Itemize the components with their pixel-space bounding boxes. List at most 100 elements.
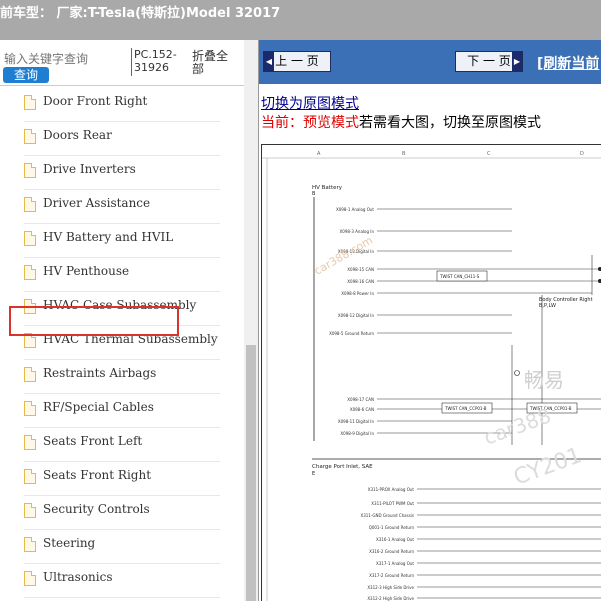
tree-item-rf-special-cables[interactable]: RF/Special Cables — [24, 393, 220, 428]
current-mode-line: 当前：预览模式若需看大图，切换至原图模式 — [261, 112, 541, 132]
pin-label: X098-6 CAN — [350, 407, 374, 412]
tree-item-label: Seats Front Left — [43, 434, 143, 448]
arrow-left-icon: ◀ — [264, 52, 274, 71]
vehicle-model-title: 前车型： 厂家:T-Tesla(特斯拉)Model 32017 — [0, 6, 281, 21]
refresh-current-link[interactable]: [刷新当前 — [537, 53, 599, 73]
tree-item-driver-assistance[interactable]: Driver Assistance — [24, 189, 220, 224]
pc-code-label: PC.152-31926 — [131, 48, 184, 76]
pin-label: X317-2 Ground Return — [369, 573, 414, 578]
tree-item-label: HV Penthouse — [43, 264, 130, 278]
document-icon — [24, 435, 36, 450]
next-page-button[interactable]: 下 一 页 ▶ — [455, 51, 523, 72]
document-icon — [24, 367, 36, 382]
pin-label: X316-2 Ground Return — [369, 549, 414, 554]
tree-item-door-front-right[interactable]: Door Front Right — [24, 87, 220, 122]
component-code: B,P,LW — [539, 303, 556, 309]
document-icon — [24, 129, 36, 144]
tree-item-label: Door Front Right — [43, 94, 148, 108]
pin-label: X311-PILOT PWM Out — [371, 501, 414, 506]
current-mode-hint: 若需看大图，切换至原图模式 — [359, 115, 541, 131]
scrollbar-thumb[interactable] — [246, 345, 256, 601]
document-icon — [24, 469, 36, 484]
watermark: 畅易 — [524, 368, 564, 392]
wiring-diagram-svg: A B C D HV Battery B X098-1 Analog Out X… — [262, 151, 601, 601]
tree-item-label: Security Controls — [43, 502, 150, 516]
tree-item-label: HV Battery and HVIL — [43, 230, 174, 244]
search-button[interactable]: 查询 — [3, 67, 49, 83]
wiring-diagram[interactable]: A B C D HV Battery B X098-1 Analog Out X… — [261, 144, 601, 601]
tree-item-label: Ultrasonics — [43, 570, 113, 584]
pin-label: X098-16 CAN — [347, 279, 374, 284]
document-icon — [24, 197, 36, 212]
section-subtitle: E — [312, 471, 315, 477]
twist-label: TWIST CAN_CCP01-B — [444, 406, 487, 411]
search-bar: 查询 PC.152-31926 折叠全部 — [0, 40, 258, 86]
document-icon — [24, 231, 36, 246]
pin-label: X098-11 Digital In — [338, 419, 375, 424]
pin-label: X098-1 Analog Out — [336, 207, 374, 212]
tree-item-hv-penthouse[interactable]: HV Penthouse — [24, 257, 220, 292]
tree-item-ultrasonics[interactable]: Ultrasonics — [24, 563, 220, 598]
document-icon — [24, 537, 36, 552]
pin-label: X312-2 High Side Drive — [367, 596, 414, 601]
pin-label: X312-3 High Side Drive — [367, 585, 414, 590]
pin-label: X311-GND Ground Chassis — [360, 513, 414, 518]
pin-label: X311-PROX Analog Out — [368, 487, 415, 492]
switch-to-original-link[interactable]: 切换为原图模式 — [261, 93, 359, 113]
tree-item-label: Steering — [43, 536, 96, 550]
section-title: Charge Port Inlet, SAE — [312, 464, 373, 470]
tree-item-doors-rear[interactable]: Doors Rear — [24, 121, 220, 156]
pin-label: X317-1 Analog Out — [376, 561, 414, 566]
column-label: D — [580, 151, 584, 157]
document-icon — [24, 503, 36, 518]
tree-item-hv-battery-and-hvil[interactable]: HV Battery and HVIL — [24, 223, 220, 258]
section-subtitle: B — [312, 191, 316, 197]
column-label: A — [317, 151, 321, 157]
current-mode-prefix: 当前： — [261, 115, 303, 131]
pin-label: X098-3 Analog In — [340, 229, 375, 234]
tree-item-label: Driver Assistance — [43, 196, 151, 210]
arrow-right-icon: ▶ — [512, 52, 522, 71]
next-page-label: 下 一 页 — [467, 54, 511, 68]
pin-label: X098-12 Digital In — [338, 313, 375, 318]
pin-label: X098-8 Power In — [341, 291, 374, 296]
tree-item-label: Drive Inverters — [43, 162, 136, 176]
pin-label: X098-5 Ground Return — [329, 331, 374, 336]
pin-label: X098-15 CAN — [347, 267, 374, 272]
title-bar: 前车型： 厂家:T-Tesla(特斯拉)Model 32017 — [0, 0, 601, 40]
tree-item-seats-front-left[interactable]: Seats Front Left — [24, 427, 220, 462]
selected-item-highlight — [9, 306, 179, 336]
document-tree: Door Front Right Doors Rear Drive Invert… — [0, 87, 244, 601]
document-icon — [24, 401, 36, 416]
column-ruler: A B C D — [317, 151, 584, 157]
twist-label: TWIST CAN_CH11-S — [439, 274, 480, 279]
document-icon — [24, 163, 36, 178]
watermark: CY201 — [511, 443, 586, 491]
port-wires — [417, 488, 601, 599]
document-icon — [24, 265, 36, 280]
sidebar: 查询 PC.152-31926 折叠全部 Door Front Right Do… — [0, 40, 259, 601]
sidebar-scrollbar[interactable] — [244, 40, 258, 601]
tree-item-label: Restraints Airbags — [43, 366, 157, 380]
prev-page-label: 上 一 页 — [275, 54, 319, 68]
viewer-panel: ◀ 上 一 页 下 一 页 ▶ [刷新当前 切换为原图模式 当前：预览模式若需看… — [259, 40, 601, 601]
search-input[interactable] — [4, 52, 124, 66]
tree-item-drive-inverters[interactable]: Drive Inverters — [24, 155, 220, 190]
tree-item-security-controls[interactable]: Security Controls — [24, 495, 220, 530]
tree-item-label: RF/Special Cables — [43, 400, 154, 414]
collapse-all-link[interactable]: 折叠全部 — [192, 50, 236, 76]
pin-label: X098-9 Digital In — [340, 431, 374, 436]
port-pin-labels: X311-PROX Analog Out X311-PILOT PWM Out … — [360, 487, 414, 601]
tree-item-restraints-airbags[interactable]: Restraints Airbags — [24, 359, 220, 394]
viewer-toolbar: ◀ 上 一 页 下 一 页 ▶ [刷新当前 — [259, 40, 601, 84]
pin-label: X316-1 Analog Out — [376, 537, 414, 542]
pin-label: X098-17 CAN — [347, 397, 374, 402]
column-label: B — [402, 151, 406, 157]
tree-item-steering[interactable]: Steering — [24, 529, 220, 564]
document-icon — [24, 95, 36, 110]
prev-page-button[interactable]: ◀ 上 一 页 — [263, 51, 331, 72]
column-label: C — [487, 151, 491, 157]
tree-item-label: Seats Front Right — [43, 468, 152, 482]
tree-item-label: Doors Rear — [43, 128, 112, 142]
tree-item-seats-front-right[interactable]: Seats Front Right — [24, 461, 220, 496]
